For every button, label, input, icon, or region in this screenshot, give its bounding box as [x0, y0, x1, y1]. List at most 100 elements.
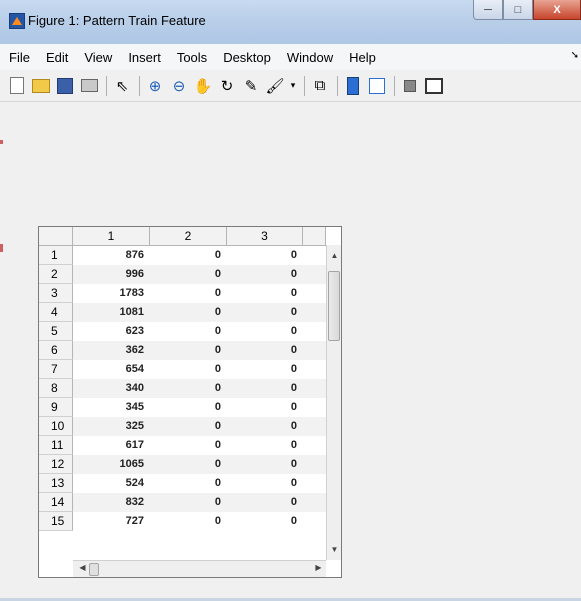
table-cell[interactable]: 654: [73, 360, 150, 379]
table-cell[interactable]: 0: [150, 436, 227, 455]
table-cell[interactable]: 0: [227, 455, 303, 474]
table-cell[interactable]: 0: [150, 493, 227, 512]
title-bar[interactable]: Figure 1: Pattern Train Feature ─ □ X: [0, 0, 581, 45]
table-cell[interactable]: 0: [150, 512, 227, 531]
uitable[interactable]: 1 2 3 1 876 0 0 2 996 0 0 3 1783 0 0 4 1081 0 0 5 623 0 0 6 3…: [38, 226, 342, 578]
table-cell[interactable]: 617: [73, 436, 150, 455]
table-cell[interactable]: 0: [227, 284, 303, 303]
link-plot-icon[interactable]: ⧉: [309, 75, 331, 97]
row-header[interactable]: 4: [39, 303, 73, 322]
table-cell[interactable]: 0: [227, 493, 303, 512]
table-cell[interactable]: 0: [227, 265, 303, 284]
table-cell[interactable]: 623: [73, 322, 150, 341]
menu-insert[interactable]: Insert: [120, 50, 169, 65]
vertical-scrollbar[interactable]: ▲ ▼: [326, 245, 341, 560]
scroll-right-icon[interactable]: ▶: [311, 563, 326, 572]
row-header[interactable]: 6: [39, 341, 73, 360]
scroll-down-icon[interactable]: ▼: [327, 545, 341, 554]
menu-help[interactable]: Help: [341, 50, 384, 65]
row-header[interactable]: 1: [39, 246, 73, 265]
table-cell[interactable]: 524: [73, 474, 150, 493]
row-header[interactable]: 14: [39, 493, 73, 512]
table-cell[interactable]: 876: [73, 246, 150, 265]
table-cell[interactable]: 340: [73, 379, 150, 398]
colorbar-icon[interactable]: [342, 75, 364, 97]
horizontal-scroll-thumb[interactable]: [89, 563, 99, 576]
scroll-up-icon[interactable]: ▲: [327, 251, 341, 260]
column-header[interactable]: 1: [73, 227, 150, 245]
table-cell[interactable]: 0: [150, 284, 227, 303]
table-cell[interactable]: 1783: [73, 284, 150, 303]
table-cell[interactable]: 0: [227, 246, 303, 265]
data-cursor-icon[interactable]: ✎: [240, 75, 262, 97]
minimize-button[interactable]: ─: [473, 0, 503, 20]
row-header[interactable]: 11: [39, 436, 73, 455]
pan-hand-icon[interactable]: ✋: [192, 75, 214, 97]
menu-overflow-icon[interactable]: ➘: [571, 50, 579, 61]
table-cell[interactable]: 0: [150, 398, 227, 417]
row-header[interactable]: 8: [39, 379, 73, 398]
save-icon[interactable]: [54, 75, 76, 97]
column-header[interactable]: 2: [150, 227, 227, 245]
table-cell[interactable]: 0: [150, 379, 227, 398]
table-cell[interactable]: 0: [227, 474, 303, 493]
row-header[interactable]: 2: [39, 265, 73, 284]
row-header[interactable]: 12: [39, 455, 73, 474]
table-cell[interactable]: 832: [73, 493, 150, 512]
row-header[interactable]: 13: [39, 474, 73, 493]
table-cell[interactable]: 0: [150, 474, 227, 493]
table-cell[interactable]: 0: [150, 246, 227, 265]
row-header[interactable]: 7: [39, 360, 73, 379]
table-cell[interactable]: 0: [227, 512, 303, 531]
table-cell[interactable]: 0: [150, 417, 227, 436]
new-figure-icon[interactable]: [6, 75, 28, 97]
select-arrow-icon[interactable]: ⇖: [111, 75, 133, 97]
hide-plot-tools-icon[interactable]: [399, 75, 421, 97]
table-cell[interactable]: 996: [73, 265, 150, 284]
row-header[interactable]: 3: [39, 284, 73, 303]
menu-desktop[interactable]: Desktop: [215, 50, 279, 65]
table-cell[interactable]: 0: [150, 265, 227, 284]
vertical-scroll-thumb[interactable]: [328, 271, 340, 341]
menu-edit[interactable]: Edit: [38, 50, 76, 65]
print-icon[interactable]: [78, 75, 100, 97]
brush-icon[interactable]: 🖌: [264, 75, 286, 97]
menu-file[interactable]: File: [0, 50, 38, 65]
table-cell[interactable]: 362: [73, 341, 150, 360]
table-cell[interactable]: 345: [73, 398, 150, 417]
row-header[interactable]: 15: [39, 512, 73, 531]
menu-window[interactable]: Window: [279, 50, 341, 65]
table-cell[interactable]: 325: [73, 417, 150, 436]
table-cell[interactable]: 0: [227, 417, 303, 436]
row-header[interactable]: 5: [39, 322, 73, 341]
column-header[interactable]: 3: [227, 227, 303, 245]
horizontal-scrollbar[interactable]: ◀ ▶: [73, 560, 326, 577]
table-cell[interactable]: 0: [150, 341, 227, 360]
table-cell[interactable]: 1081: [73, 303, 150, 322]
table-cell[interactable]: 0: [150, 322, 227, 341]
row-header[interactable]: 9: [39, 398, 73, 417]
zoom-in-icon[interactable]: ⊕: [144, 75, 166, 97]
show-plot-tools-icon[interactable]: [423, 75, 445, 97]
maximize-button[interactable]: □: [503, 0, 533, 20]
open-file-icon[interactable]: [30, 75, 52, 97]
table-cell[interactable]: 0: [227, 398, 303, 417]
brush-dropdown-icon[interactable]: ▾: [288, 75, 298, 97]
row-header[interactable]: 10: [39, 417, 73, 436]
table-cell[interactable]: 0: [150, 455, 227, 474]
rotate-3d-icon[interactable]: ↻: [216, 75, 238, 97]
table-cell[interactable]: 0: [150, 303, 227, 322]
table-cell[interactable]: 0: [227, 379, 303, 398]
menu-view[interactable]: View: [76, 50, 120, 65]
close-button[interactable]: X: [533, 0, 581, 20]
table-cell[interactable]: 0: [227, 360, 303, 379]
table-cell[interactable]: 0: [227, 341, 303, 360]
table-cell[interactable]: 0: [227, 436, 303, 455]
zoom-out-icon[interactable]: ⊖: [168, 75, 190, 97]
menu-tools[interactable]: Tools: [169, 50, 215, 65]
table-cell[interactable]: 727: [73, 512, 150, 531]
table-cell[interactable]: 0: [227, 303, 303, 322]
table-cell[interactable]: 1065: [73, 455, 150, 474]
table-cell[interactable]: 0: [150, 360, 227, 379]
scroll-left-icon[interactable]: ◀: [75, 563, 90, 572]
